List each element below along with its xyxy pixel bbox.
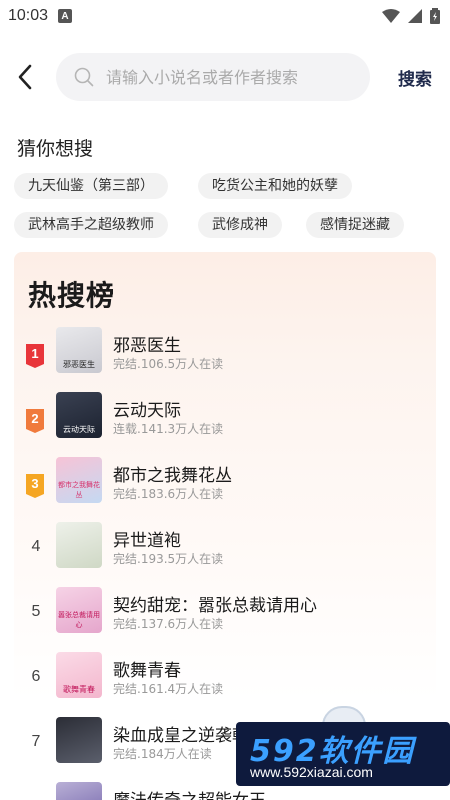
rank-item[interactable]: 2 云动天际 云动天际 连载.141.3万人在读 — [14, 392, 436, 442]
rank-badge: 1 — [26, 344, 44, 368]
guess-section-title: 猜你想搜 — [17, 138, 94, 160]
status-icons — [382, 8, 440, 24]
hot-search-title: 热搜榜 — [28, 279, 116, 312]
book-meta: 完结.137.6万人在读 — [113, 617, 224, 631]
book-meta: 完结.184万人在读 — [113, 747, 212, 761]
cover-title: 云动天际 — [63, 425, 95, 434]
guess-tag[interactable]: 吃货公主和她的妖孽 — [198, 173, 352, 199]
book-cover: 邪恶医生 — [56, 327, 102, 373]
signal-icon — [408, 9, 422, 23]
rank-item[interactable]: 1 邪恶医生 邪恶医生 完结.106.5万人在读 — [14, 327, 436, 377]
hot-search-panel: 热搜榜 1 邪恶医生 邪恶医生 完结.106.5万人在读 2 云动天际 云动天际… — [14, 252, 436, 800]
search-icon — [74, 67, 94, 87]
rank-number: 6 — [31, 668, 41, 685]
book-title: 都市之我舞花丛 — [113, 466, 232, 486]
book-meta: 完结.106.5万人在读 — [113, 357, 224, 371]
rank-item[interactable]: 4 异世道袍 完结.193.5万人在读 — [14, 522, 436, 572]
rank-number: 5 — [31, 603, 41, 620]
rank-badge: 2 — [26, 409, 44, 433]
watermark: 592软件园 www.592xiazai.com — [236, 722, 450, 786]
rank-number: 8 — [26, 796, 46, 800]
battery-icon — [430, 8, 440, 24]
guess-tag[interactable]: 武修成神 — [198, 212, 282, 238]
back-button[interactable] — [12, 62, 38, 92]
search-box[interactable] — [56, 53, 370, 101]
search-button[interactable]: 搜索 — [398, 65, 432, 90]
rank-item[interactable]: 3 都市之我舞花丛 都市之我舞花丛 完结.183.6万人在读 — [14, 457, 436, 507]
rank-badge: 3 — [26, 474, 44, 498]
book-meta: 完结.193.5万人在读 — [113, 552, 224, 566]
book-cover — [56, 717, 102, 763]
book-title: 异世道袍 — [113, 531, 181, 551]
book-title: 云动天际 — [113, 401, 181, 421]
status-bar: 10:03 A — [0, 0, 450, 32]
book-cover: 歌舞青春 — [56, 652, 102, 698]
cover-title: 都市之我舞花丛 — [58, 481, 100, 499]
book-title: 歌舞青春 — [113, 661, 181, 681]
guess-tag[interactable]: 感情捉迷藏 — [306, 212, 404, 238]
cover-title: 嚣张总裁请用心 — [58, 611, 100, 629]
rank-item[interactable]: 5 嚣张总裁请用心 契约甜宠：嚣张总裁请用心 完结.137.6万人在读 — [14, 587, 436, 637]
book-meta: 连载.141.3万人在读 — [113, 422, 224, 436]
book-title: 邪恶医生 — [113, 336, 181, 356]
rank-number: 4 — [31, 538, 41, 555]
book-meta: 完结.183.6万人在读 — [113, 487, 224, 501]
status-time: 10:03 — [8, 7, 49, 24]
notification-icon: A — [58, 9, 73, 23]
search-input[interactable] — [106, 67, 356, 87]
guess-tag[interactable]: 九天仙鉴（第三部） — [14, 173, 168, 199]
book-title: 契约甜宠：嚣张总裁请用心 — [113, 596, 317, 616]
cover-title: 邪恶医生 — [63, 360, 95, 369]
book-cover — [56, 782, 102, 800]
cover-title: 歌舞青春 — [63, 685, 95, 694]
search-row: 搜索 — [0, 53, 450, 101]
guess-tag[interactable]: 武林高手之超级教师 — [14, 212, 168, 238]
watermark-url: www.592xiazai.com — [250, 764, 373, 780]
chevron-left-icon — [18, 64, 32, 90]
book-cover: 云动天际 — [56, 392, 102, 438]
wifi-icon — [382, 9, 400, 23]
rank-item[interactable]: 6 歌舞青春 歌舞青春 完结.161.4万人在读 — [14, 652, 436, 702]
book-cover: 嚣张总裁请用心 — [56, 587, 102, 633]
book-title: 魔法传奇之超能女王 — [113, 786, 266, 800]
book-meta: 完结.161.4万人在读 — [113, 682, 224, 696]
book-cover — [56, 522, 102, 568]
rank-number: 7 — [31, 733, 41, 750]
book-cover: 都市之我舞花丛 — [56, 457, 102, 503]
